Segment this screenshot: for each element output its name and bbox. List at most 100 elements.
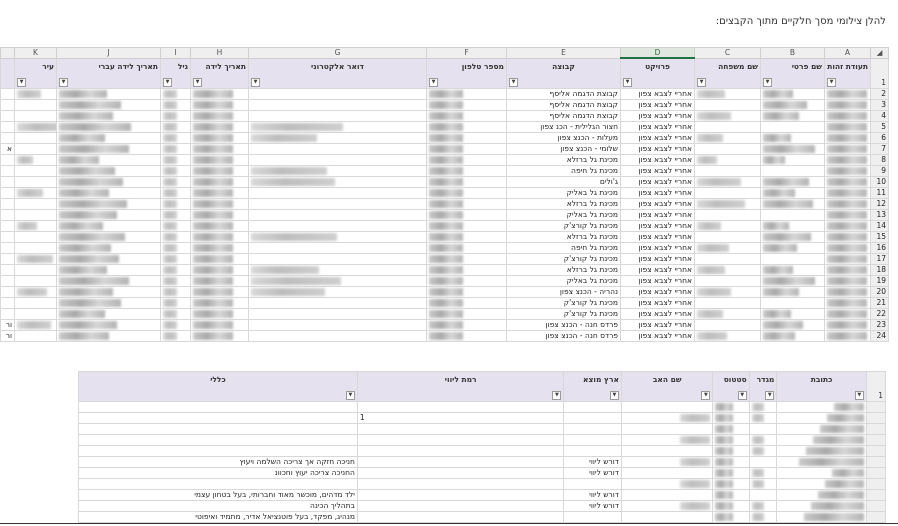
cell-age[interactable]	[160, 187, 191, 199]
cell-phone[interactable]	[426, 220, 507, 232]
cell-gender[interactable]	[748, 434, 778, 446]
cell-last-name[interactable]	[694, 121, 761, 133]
filter-dropdown-icon[interactable]: ▼	[17, 78, 26, 87]
cell-father-name[interactable]	[620, 511, 714, 523]
cell-city[interactable]	[14, 264, 57, 276]
cell-first-name[interactable]	[760, 275, 825, 287]
cell-email[interactable]	[248, 308, 427, 320]
cell-origin-country[interactable]	[563, 445, 622, 457]
row-number[interactable]: 13	[870, 209, 889, 221]
cell-gender[interactable]	[748, 423, 778, 435]
cell-hebrew-birthdate[interactable]	[56, 110, 161, 122]
row-number[interactable]	[865, 434, 887, 446]
column-letter-B[interactable]: B	[760, 47, 825, 59]
cell-project[interactable]: אחריי לצבא צפון	[620, 121, 695, 133]
cell-age[interactable]	[160, 330, 191, 342]
cell-project[interactable]: אחריי לצבא צפון	[620, 187, 695, 199]
row-number[interactable]: 14	[870, 220, 889, 232]
row-number[interactable]: 3	[870, 99, 889, 111]
cell-project[interactable]: אחריי לצבא צפון	[620, 231, 695, 243]
cell-k-partial[interactable]	[0, 154, 15, 166]
cell-address[interactable]	[776, 489, 867, 501]
cell-group[interactable]: פרדס חנה - הכנצ צפון	[506, 319, 621, 331]
cell-birthdate[interactable]	[190, 297, 249, 309]
row-number[interactable]: 16	[870, 242, 889, 254]
cell-phone[interactable]	[426, 198, 507, 210]
cell-age[interactable]	[160, 297, 191, 309]
cell-k-partial[interactable]	[0, 209, 15, 221]
cell-first-name[interactable]	[760, 264, 825, 276]
cell-status[interactable]	[712, 511, 750, 523]
cell-first-name[interactable]	[760, 176, 825, 188]
cell-k-partial[interactable]	[0, 242, 15, 254]
cell-first-name[interactable]	[760, 198, 825, 210]
cell-hebrew-birthdate[interactable]	[56, 253, 161, 265]
header-general[interactable]: כללי ▼	[78, 371, 358, 402]
cell-gender[interactable]	[748, 401, 778, 413]
cell-age[interactable]	[160, 253, 191, 265]
cell-general[interactable]	[78, 478, 358, 490]
filter-dropdown-icon[interactable]: ▼	[193, 78, 202, 87]
cell-birthdate[interactable]	[190, 132, 249, 144]
cell-id-number[interactable]	[824, 231, 871, 243]
cell-email[interactable]	[248, 154, 427, 166]
cell-last-name[interactable]	[694, 132, 761, 144]
cell-email[interactable]	[248, 110, 427, 122]
cell-city[interactable]	[14, 99, 57, 111]
row-number[interactable]: 10	[870, 176, 889, 188]
cell-last-name[interactable]	[694, 143, 761, 155]
cell-id-number[interactable]	[824, 187, 871, 199]
cell-city[interactable]	[14, 220, 57, 232]
column-letter-G[interactable]: G	[248, 47, 427, 59]
cell-status[interactable]	[712, 401, 750, 413]
cell-gender[interactable]	[748, 489, 778, 501]
cell-status[interactable]	[712, 467, 750, 479]
cell-age[interactable]	[160, 209, 191, 221]
cell-address[interactable]	[776, 456, 867, 468]
cell-hebrew-birthdate[interactable]	[56, 154, 161, 166]
cell-last-name[interactable]	[694, 209, 761, 221]
cell-mentoring-level[interactable]	[356, 434, 565, 446]
cell-origin-country[interactable]: דורש ליווי	[563, 500, 622, 512]
cell-mentoring-level[interactable]	[356, 456, 565, 468]
cell-first-name[interactable]	[760, 297, 825, 309]
cell-email[interactable]	[248, 242, 427, 254]
cell-project[interactable]: אחריי לצבא צפון	[620, 99, 695, 111]
cell-email[interactable]	[248, 132, 427, 144]
cell-group[interactable]: מעלות - הכנצ צפון	[506, 132, 621, 144]
cell-email[interactable]	[248, 165, 427, 177]
cell-k-partial[interactable]	[0, 231, 15, 243]
cell-birthdate[interactable]	[190, 242, 249, 254]
cell-phone[interactable]	[426, 176, 507, 188]
row-number[interactable]	[865, 511, 887, 523]
cell-phone[interactable]	[426, 110, 507, 122]
cell-birthdate[interactable]	[190, 253, 249, 265]
cell-project[interactable]: אחריי לצבא צפון	[620, 253, 695, 265]
cell-father-name[interactable]	[620, 401, 714, 413]
cell-phone[interactable]	[426, 88, 507, 100]
cell-mentoring-level[interactable]	[356, 489, 565, 501]
cell-phone[interactable]	[426, 297, 507, 309]
cell-origin-country[interactable]	[563, 478, 622, 490]
cell-address[interactable]	[776, 423, 867, 435]
header-first-name[interactable]: שם פרטי ▼	[760, 57, 825, 89]
cell-project[interactable]: אחריי לצבא צפון	[620, 132, 695, 144]
cell-group[interactable]: מכינת גל קורצ'ק	[506, 253, 621, 265]
cell-email[interactable]	[248, 88, 427, 100]
cell-father-name[interactable]	[620, 445, 714, 457]
row-number[interactable]: 20	[870, 286, 889, 298]
header-origin-country[interactable]: ארץ מוצא ▼	[563, 371, 622, 402]
cell-status[interactable]	[712, 456, 750, 468]
filter-dropdown-icon[interactable]: ▼	[509, 78, 518, 87]
cell-project[interactable]: אחריי לצבא צפון	[620, 176, 695, 188]
cell-address[interactable]	[776, 412, 867, 424]
cell-age[interactable]	[160, 99, 191, 111]
column-letter-K[interactable]: K	[14, 47, 57, 59]
cell-k-partial[interactable]	[0, 264, 15, 276]
cell-project[interactable]: אחריי לצבא צפון	[620, 242, 695, 254]
cell-hebrew-birthdate[interactable]	[56, 143, 161, 155]
cell-email[interactable]	[248, 319, 427, 331]
cell-id-number[interactable]	[824, 99, 871, 111]
row-number[interactable]: 12	[870, 198, 889, 210]
cell-phone[interactable]	[426, 132, 507, 144]
